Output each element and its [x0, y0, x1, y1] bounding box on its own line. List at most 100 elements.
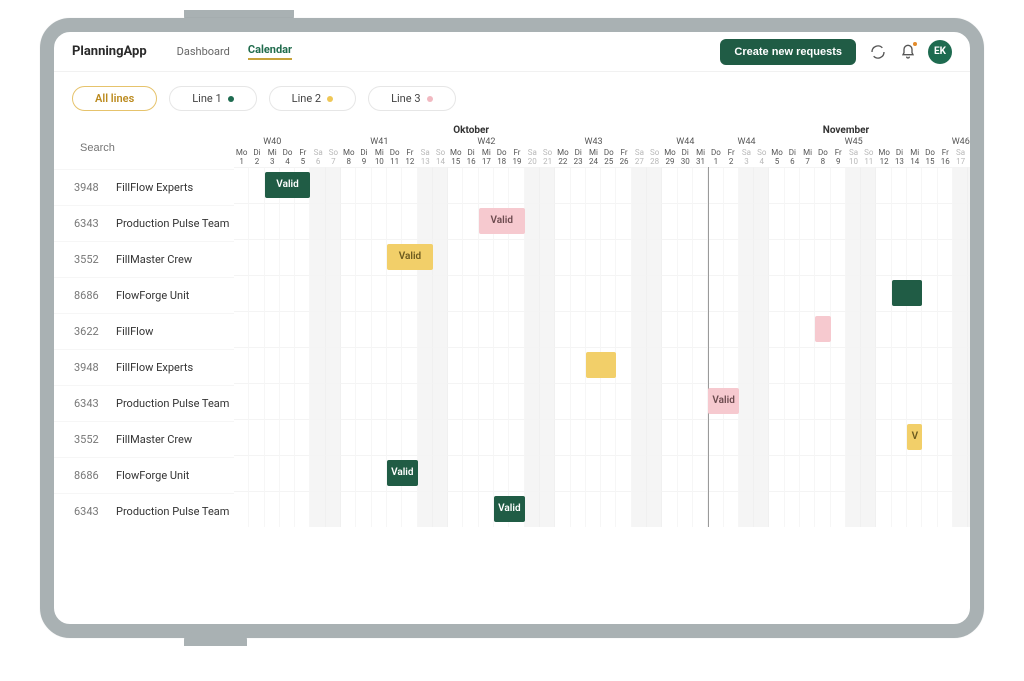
- search-input[interactable]: [80, 142, 222, 154]
- avatar[interactable]: EK: [928, 40, 952, 64]
- resource-row[interactable]: 3948FillFlow Experts: [54, 349, 234, 385]
- calendar-bar[interactable]: Valid: [387, 460, 418, 486]
- timeline-pane[interactable]: OktoberNovember W40W41W42W43W44W44W45W46…: [234, 125, 970, 595]
- calendar-bar[interactable]: [586, 352, 617, 378]
- grid-cell: [678, 491, 693, 527]
- grid-cell: [892, 167, 907, 203]
- calendar-bar[interactable]: Valid: [479, 208, 525, 234]
- grid-cell: [632, 455, 647, 491]
- create-request-button[interactable]: Create new requests: [720, 39, 856, 65]
- calendar-bar[interactable]: [815, 316, 830, 342]
- grid-cell: [310, 311, 325, 347]
- grid-cell: [724, 167, 739, 203]
- grid-cell: [831, 203, 846, 239]
- day-header-cell: Mo12: [876, 149, 891, 167]
- grid-cell: [616, 383, 631, 419]
- grid-cell: [785, 455, 800, 491]
- grid-cell: [540, 311, 555, 347]
- day-header-cell: Mo1: [234, 149, 249, 167]
- resource-row[interactable]: 3948FillFlow Experts: [54, 169, 234, 205]
- grid-cell: [341, 491, 356, 527]
- resource-id: 6343: [74, 505, 106, 518]
- filter-line-1[interactable]: Line 1: [169, 86, 256, 111]
- grid-cell: [601, 311, 616, 347]
- resource-id: 6343: [74, 217, 106, 230]
- bell-icon[interactable]: [898, 42, 918, 62]
- resource-row[interactable]: 6343Production Pulse Team: [54, 493, 234, 529]
- nav-dashboard[interactable]: Dashboard: [177, 45, 230, 58]
- day-header-cell: Sa13: [418, 149, 433, 167]
- resource-row[interactable]: 3622FillFlow: [54, 313, 234, 349]
- grid-cell: [448, 383, 463, 419]
- calendar: 3948FillFlow Experts6343Production Pulse…: [54, 125, 970, 595]
- grid-cell: [693, 455, 708, 491]
- grid-cell: [693, 347, 708, 383]
- grid-cell: [693, 419, 708, 455]
- grid-cell: [922, 167, 937, 203]
- grid-cell: [433, 167, 448, 203]
- grid-cell: [265, 347, 280, 383]
- grid-cell: [525, 275, 540, 311]
- grid-cell: [387, 203, 402, 239]
- resource-row[interactable]: 8686FlowForge Unit: [54, 277, 234, 313]
- grid-cell: [647, 491, 662, 527]
- resource-row[interactable]: 3552FillMaster Crew: [54, 241, 234, 277]
- grid-cell: [295, 419, 310, 455]
- week-label: W46: [952, 137, 970, 147]
- refresh-icon[interactable]: [868, 42, 888, 62]
- grid-cell: [907, 167, 922, 203]
- filter-all-lines[interactable]: All lines: [72, 86, 157, 111]
- grid-cell: [234, 203, 249, 239]
- grid-cell: [601, 203, 616, 239]
- grid-cell: [876, 347, 891, 383]
- day-header-cell: So11: [861, 149, 876, 167]
- grid-cell: [953, 455, 968, 491]
- grid-cell: [739, 311, 754, 347]
- calendar-bar[interactable]: Valid: [387, 244, 433, 270]
- grid-cell: [754, 491, 769, 527]
- filter-line-2[interactable]: Line 2: [269, 86, 356, 111]
- grid-cell: [678, 347, 693, 383]
- calendar-bar[interactable]: Valid: [265, 172, 311, 198]
- grid-cell: [234, 383, 249, 419]
- resource-row[interactable]: 8686FlowForge Unit: [54, 457, 234, 493]
- grid-cell: [647, 419, 662, 455]
- calendar-bar[interactable]: Valid: [494, 496, 525, 522]
- grid-cell: [708, 239, 723, 275]
- grid-cell: [662, 311, 677, 347]
- grid-cell: [876, 455, 891, 491]
- filter-line-3[interactable]: Line 3: [368, 86, 455, 111]
- calendar-bar[interactable]: [892, 280, 923, 306]
- grid-cell: [754, 239, 769, 275]
- grid-cell: [234, 419, 249, 455]
- grid-cell: [632, 383, 647, 419]
- grid-cell: [249, 239, 264, 275]
- calendar-bar[interactable]: V: [907, 424, 922, 450]
- grid-cell: [494, 239, 509, 275]
- grid-cell: [494, 311, 509, 347]
- grid-cell: [494, 347, 509, 383]
- grid-cell: [892, 383, 907, 419]
- grid-cell: [509, 419, 524, 455]
- calendar-bar[interactable]: Valid: [708, 388, 739, 414]
- grid-cell: [555, 383, 570, 419]
- nav-calendar[interactable]: Calendar: [248, 43, 292, 60]
- grid-cell: [846, 347, 861, 383]
- grid-cell: [540, 419, 555, 455]
- resource-row[interactable]: 6343Production Pulse Team: [54, 385, 234, 421]
- grid-cell: [708, 419, 723, 455]
- grid-cell: [280, 275, 295, 311]
- grid-cell: [907, 383, 922, 419]
- grid-cell: [463, 239, 478, 275]
- grid-cell: [571, 275, 586, 311]
- resource-row[interactable]: 3552FillMaster Crew: [54, 421, 234, 457]
- grid-cell: [632, 275, 647, 311]
- resource-row[interactable]: 6343Production Pulse Team: [54, 205, 234, 241]
- day-header-cell: Fr2: [724, 149, 739, 167]
- grid-cell: [586, 455, 601, 491]
- grid-cell: [616, 491, 631, 527]
- grid-cell: [280, 455, 295, 491]
- filter-label: Line 1: [192, 92, 221, 105]
- grid-cell: [295, 239, 310, 275]
- grid-cell: [861, 203, 876, 239]
